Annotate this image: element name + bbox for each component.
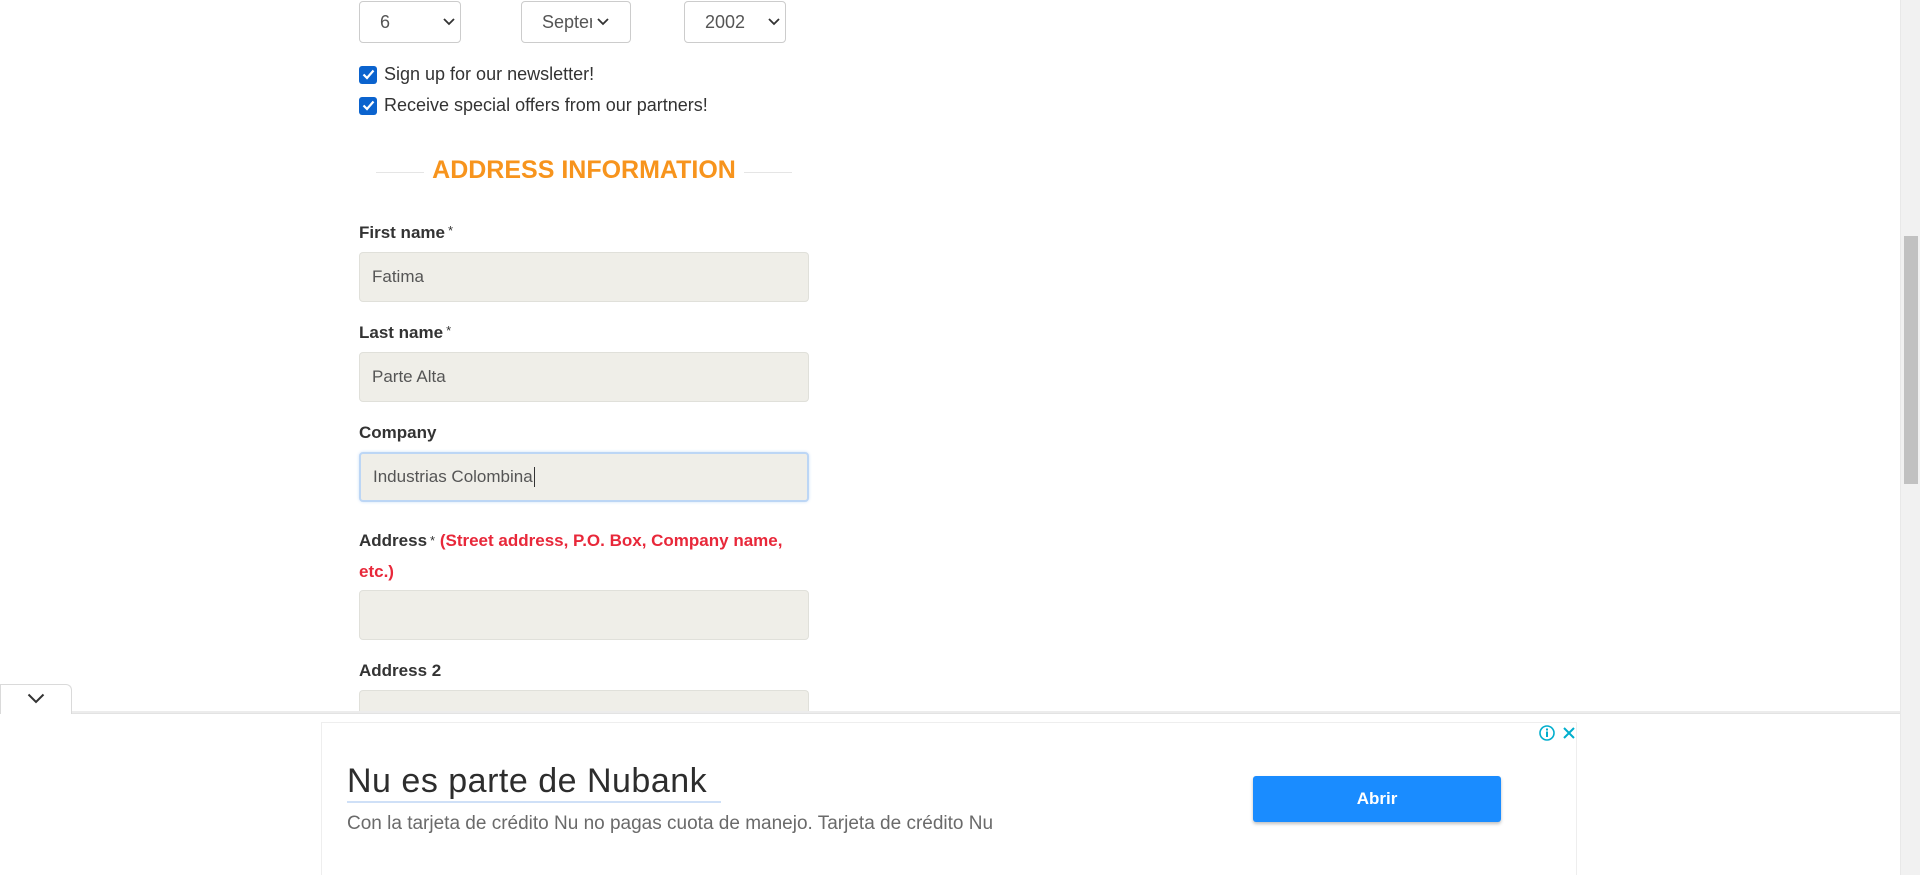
last-name-input[interactable]: Parte Alta [359, 352, 809, 402]
address-hint: (Street address, P.O. Box, Company name, [439, 531, 783, 550]
required-mark: * [430, 533, 436, 548]
address2-input[interactable] [359, 690, 809, 712]
section-title: ADDRESS INFORMATION [424, 156, 744, 184]
dob-year-value: 2002 [705, 11, 746, 32]
dob-month-select[interactable]: Septer [521, 1, 631, 43]
first-name-input[interactable]: Fatima [359, 252, 809, 302]
newsletter-option: Sign up for our newsletter! [359, 64, 594, 85]
offers-option: Receive special offers from our partners… [359, 95, 708, 116]
newsletter-checkbox[interactable] [359, 65, 377, 84]
ad-close-icon[interactable] [1560, 724, 1578, 742]
dob-day-select[interactable]: 6 [359, 1, 461, 43]
page-scrollbar[interactable] [1900, 0, 1920, 875]
first-name-label: First name * [359, 223, 454, 242]
scrollbar-thumb[interactable] [1904, 236, 1918, 484]
address-section-heading: ADDRESS INFORMATION [376, 152, 792, 192]
chevron-down-icon [763, 18, 785, 26]
address-input[interactable] [359, 590, 809, 640]
ad-divider [72, 711, 1900, 713]
newsletter-label: Sign up for our newsletter! [384, 64, 595, 84]
text-caret [533, 467, 535, 487]
required-mark: * [447, 223, 454, 238]
last-name-label: Last name * [359, 323, 452, 342]
ad-open-button[interactable]: Abrir [1253, 776, 1501, 822]
dob-year-select[interactable]: 2002 [684, 1, 786, 43]
ad-info-icon[interactable] [1538, 724, 1556, 742]
ad-collapse-button[interactable] [0, 684, 72, 714]
address-label: Address * (Street address, P.O. Box, Comp… [359, 531, 783, 581]
offers-label: Receive special offers from our partners… [384, 95, 708, 115]
ad-headline-underline [347, 801, 721, 803]
company-input[interactable]: Industrias Colombina [359, 452, 809, 502]
company-label: Company [359, 423, 437, 442]
company-value: Industrias Colombina [373, 467, 533, 486]
chevron-down-icon [27, 691, 45, 709]
ad-description: Con la tarjeta de crédito Nu no pagas cu… [347, 813, 994, 834]
required-mark: * [446, 323, 452, 338]
dob-month-value: Septer [542, 11, 592, 32]
offers-checkbox[interactable] [359, 96, 377, 115]
last-name-value: Parte Alta [372, 367, 446, 386]
address-hint-continued: etc.) [359, 562, 394, 581]
address2-label: Address 2 [359, 661, 442, 680]
first-name-value: Fatima [372, 267, 424, 286]
chevron-down-icon [592, 18, 614, 26]
ad-headline[interactable]: Nu es parte de Nubank [347, 762, 707, 801]
chevron-down-icon [438, 18, 460, 26]
dob-day-value: 6 [380, 11, 391, 32]
